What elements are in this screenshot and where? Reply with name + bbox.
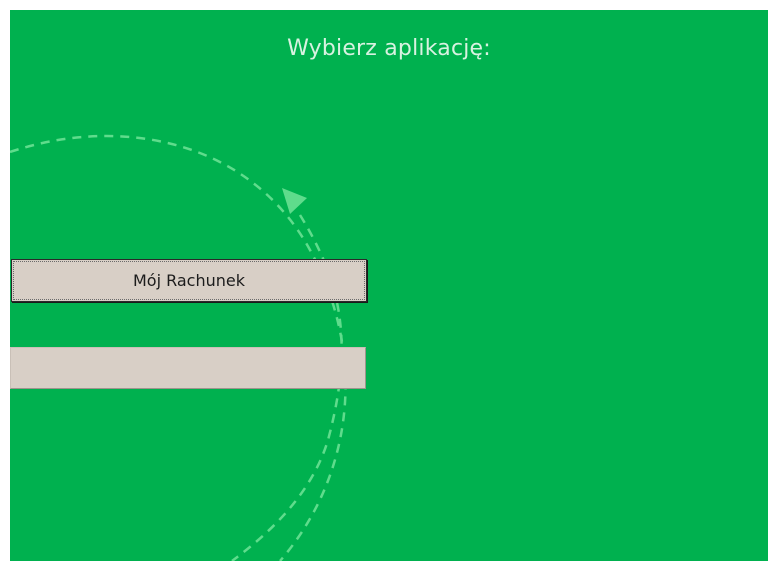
page-title: Wybierz aplikację: xyxy=(287,36,491,61)
triangle-up-icon xyxy=(282,188,307,214)
app-selection-screen: Wybierz aplikację: Mój Rachunek xyxy=(10,10,768,561)
app-button-moj-rachunek[interactable]: Mój Rachunek xyxy=(11,259,367,302)
app-button-label: Mój Rachunek xyxy=(132,271,246,290)
app-button-second[interactable] xyxy=(10,347,366,389)
